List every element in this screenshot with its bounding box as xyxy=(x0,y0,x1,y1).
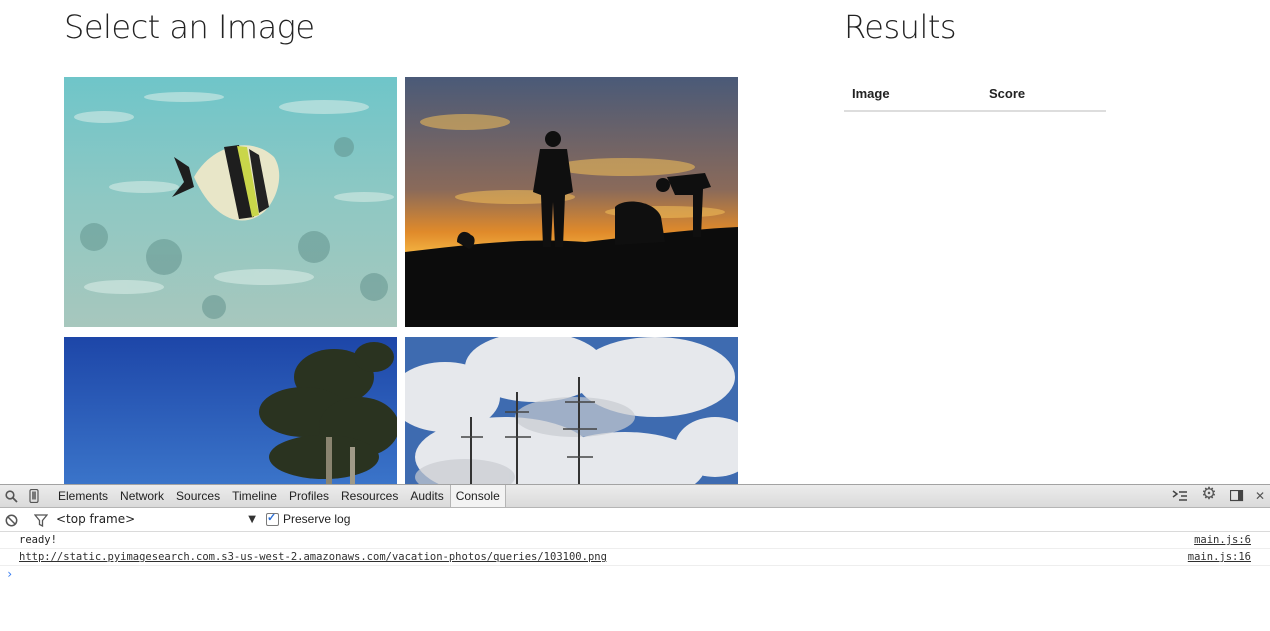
filter-icon[interactable] xyxy=(33,512,49,528)
preserve-log-label: Preserve log xyxy=(283,512,351,526)
console-message-text: ready! xyxy=(19,534,57,546)
console-output: ready! main.js:6 http://static.pyimagese… xyxy=(0,532,1270,582)
console-filterbar: <top frame> ▼ Preserve log xyxy=(0,508,1270,532)
dropdown-arrow-icon: ▼ xyxy=(248,514,256,525)
tab-profiles[interactable]: Profiles xyxy=(283,485,335,507)
sunset-silhouette-photo xyxy=(405,77,738,327)
results-heading: Results xyxy=(844,8,957,46)
settings-gear-icon[interactable]: ⚙ xyxy=(1201,484,1217,503)
image-thumbnail-ship[interactable] xyxy=(405,337,738,484)
device-mode-icon[interactable] xyxy=(26,488,42,504)
cloudy-sky-ship-masts-photo xyxy=(405,337,738,484)
select-image-heading: Select an Image xyxy=(64,8,315,46)
show-drawer-icon[interactable] xyxy=(1171,488,1189,504)
image-thumbnail-sunset[interactable] xyxy=(405,77,738,327)
console-source-link[interactable]: main.js:16 xyxy=(1188,549,1251,566)
image-thumbnail-tree[interactable] xyxy=(64,337,397,484)
devtools-tabs: Elements Network Sources Timeline Profil… xyxy=(52,485,506,507)
close-icon[interactable]: ✕ xyxy=(1252,488,1268,504)
column-header-score: Score xyxy=(981,78,1106,112)
frame-select-value: <top frame> xyxy=(56,512,136,526)
devtools-panel: Elements Network Sources Timeline Profil… xyxy=(0,484,1270,631)
results-table: Image Score xyxy=(844,78,1106,112)
preserve-log-toggle[interactable]: Preserve log xyxy=(266,511,351,526)
underwater-fish-photo xyxy=(64,77,397,327)
console-source-link[interactable]: main.js:6 xyxy=(1194,532,1251,549)
search-icon[interactable] xyxy=(3,488,19,504)
clear-console-icon[interactable] xyxy=(3,512,19,528)
tab-sources[interactable]: Sources xyxy=(170,485,226,507)
dock-side-icon[interactable] xyxy=(1229,488,1245,504)
tab-network[interactable]: Network xyxy=(114,485,170,507)
image-thumbnail-fish[interactable] xyxy=(64,77,397,327)
tab-timeline[interactable]: Timeline xyxy=(226,485,283,507)
tab-audits[interactable]: Audits xyxy=(404,485,449,507)
preserve-log-checkbox[interactable] xyxy=(266,511,279,526)
console-message: http://static.pyimagesearch.com.s3-us-we… xyxy=(0,549,1270,566)
console-message: ready! main.js:6 xyxy=(0,532,1270,549)
console-message-url[interactable]: http://static.pyimagesearch.com.s3-us-we… xyxy=(19,551,607,563)
prompt-chevron-icon: › xyxy=(6,567,14,581)
tab-resources[interactable]: Resources xyxy=(335,485,404,507)
devtools-tabbar: Elements Network Sources Timeline Profil… xyxy=(0,484,1270,508)
console-prompt[interactable]: › xyxy=(0,566,1270,582)
tab-elements[interactable]: Elements xyxy=(52,485,114,507)
page-content: Select an Image Results Image Score xyxy=(0,0,1270,484)
frame-select-dropdown[interactable]: <top frame> ▼ xyxy=(56,511,260,528)
column-header-image: Image xyxy=(844,78,981,112)
tab-console[interactable]: Console xyxy=(449,485,506,507)
blue-sky-tree-photo xyxy=(64,337,397,484)
